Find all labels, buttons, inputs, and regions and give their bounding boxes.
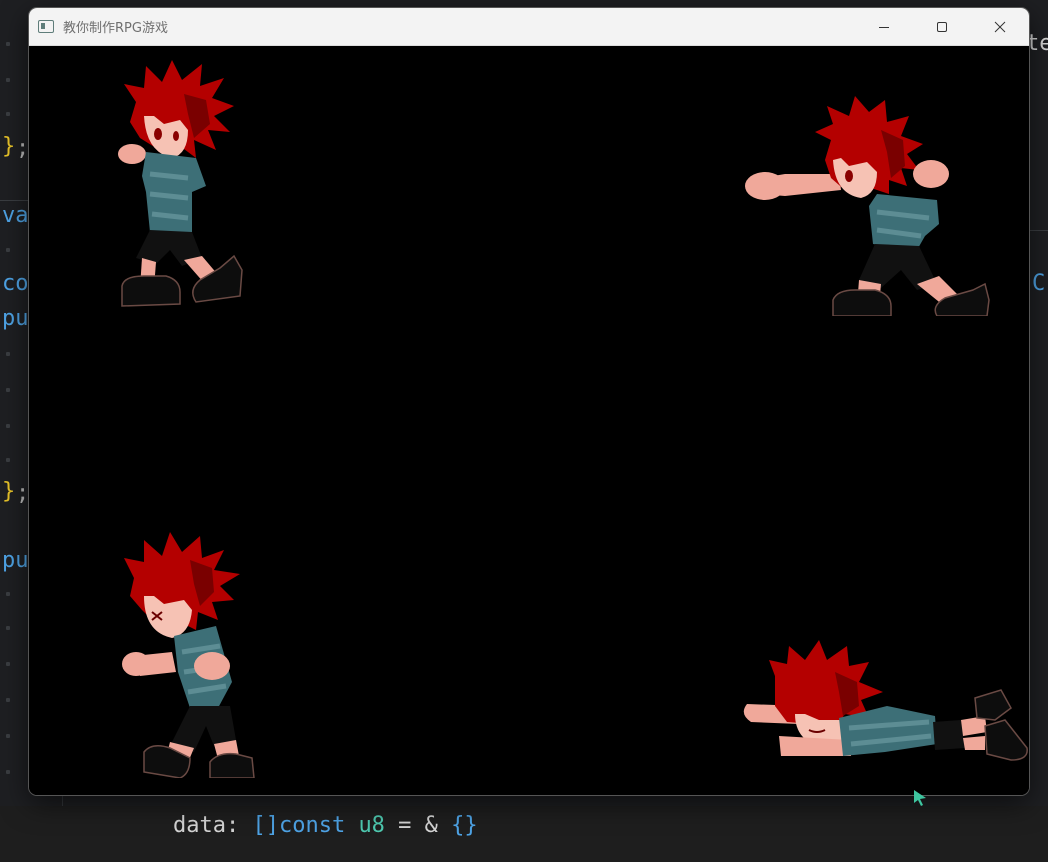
code-keyword: co <box>2 271 29 296</box>
gutter-dot <box>6 592 10 596</box>
editor-separator <box>0 200 29 201</box>
gutter-dot <box>6 626 10 630</box>
gutter-dot <box>6 42 10 46</box>
gutter-dot <box>6 458 10 462</box>
code-keyword: pu <box>2 306 29 331</box>
maximize-button[interactable] <box>913 8 971 45</box>
gutter-dot <box>6 770 10 774</box>
close-button[interactable] <box>971 8 1029 45</box>
minimize-icon <box>879 26 889 28</box>
code-text: te <box>1026 31 1048 56</box>
caption-buttons <box>855 8 1029 45</box>
mouse-cursor-icon <box>914 790 926 806</box>
title-bar[interactable]: 教你制作RPG游戏 <box>29 8 1029 46</box>
code-keyword: va <box>2 203 29 228</box>
player-sprite-idle <box>118 60 243 307</box>
player-sprite-punch <box>745 96 990 316</box>
gutter-dot <box>6 662 10 666</box>
gutter-dot <box>6 112 10 116</box>
gutter-dot <box>6 352 10 356</box>
code-token: data <box>172 813 226 838</box>
window-title: 教你制作RPG游戏 <box>63 21 168 36</box>
code-brace: } <box>2 479 16 504</box>
code-token: : <box>225 813 253 838</box>
indent-guide <box>62 795 63 806</box>
game-canvas[interactable] <box>29 46 1029 795</box>
gutter-dot <box>6 78 10 82</box>
code-token: []const <box>252 813 346 838</box>
gutter-dot <box>6 248 10 252</box>
maximize-icon <box>937 21 947 32</box>
code-brace: } <box>2 134 16 159</box>
code-token: u8 <box>358 813 385 838</box>
game-window[interactable]: 教你制作RPG游戏 <box>29 8 1029 795</box>
gutter-dot <box>6 698 10 702</box>
close-icon <box>994 21 1006 32</box>
player-sprite-hurt <box>122 532 255 778</box>
code-semicolon: ; <box>16 136 30 161</box>
gutter-dot <box>6 734 10 738</box>
code-token: = & <box>384 813 452 838</box>
app-window-icon <box>38 20 54 33</box>
editor-separator <box>1029 230 1048 231</box>
code-keyword: C <box>1032 271 1046 296</box>
gutter-dot <box>6 388 10 392</box>
gutter-dot <box>6 424 10 428</box>
code-keyword: pu <box>2 548 29 573</box>
code-token: {} <box>451 813 478 838</box>
code-semicolon: ; <box>16 481 30 506</box>
minimize-button[interactable] <box>855 8 913 45</box>
code-line: data: []const u8 = & {} <box>120 790 478 862</box>
player-sprite-knocked-down <box>743 640 1028 761</box>
